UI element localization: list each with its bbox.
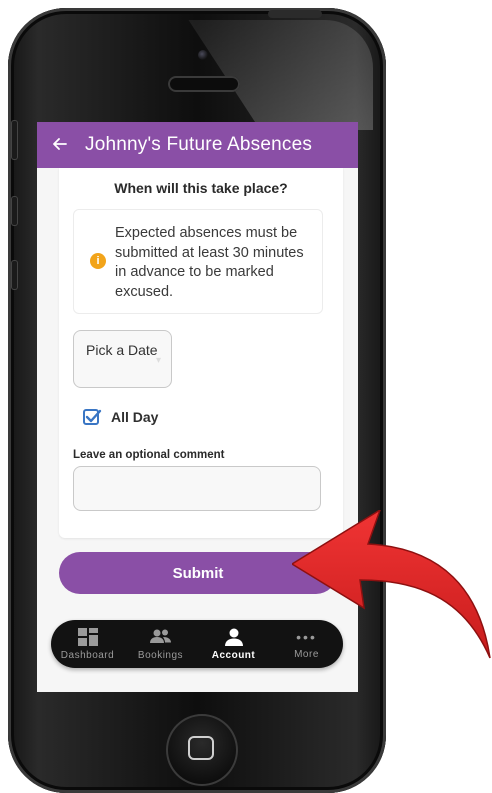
pick-date-button[interactable]: Pick a Date ▾ [73,330,172,388]
comment-field[interactable] [73,466,321,511]
front-camera [198,50,208,60]
volume-down-button [11,260,18,290]
earpiece-speaker [168,76,240,92]
checkmark-icon [85,409,102,423]
volume-up-button [11,196,18,226]
pick-date-label: Pick a Date [86,342,158,358]
info-icon: i [90,253,106,269]
absence-form-card: When will this take place? i Expected ab… [59,168,343,538]
people-icon [149,629,171,643]
person-icon [224,628,243,646]
home-square-icon [188,736,214,760]
notice-text: Expected absences must be submitted at l… [115,225,304,300]
dashboard-icon [77,627,98,646]
all-day-checkbox[interactable] [83,409,102,425]
mute-switch [11,120,18,160]
notice-box: i Expected absences must be submitted at… [73,209,323,314]
nav-item-bookings[interactable]: Bookings [126,628,196,661]
home-button[interactable] [166,714,238,786]
phone-glare [188,20,373,130]
nav-label-bookings: Bookings [137,649,184,661]
nav-item-account[interactable]: Account [199,628,269,661]
all-day-toggle[interactable]: All Day [83,409,158,425]
red-pointer-arrow [292,510,491,659]
nav-label-dashboard: Dashboard [60,649,115,661]
nav-item-dashboard[interactable]: Dashboard [53,627,123,661]
page-title: Johnny's Future Absences [85,134,313,155]
form-question: When will this take place? [114,180,288,196]
nav-label-account: Account [211,649,256,661]
all-day-label: All Day [111,409,159,425]
chevron-down-icon: ▾ [155,355,161,366]
app-header: Johnny's Future Absences [37,122,358,168]
power-button [268,10,322,18]
back-arrow-icon[interactable] [53,135,73,156]
comment-label: Leave an optional comment [73,449,225,461]
